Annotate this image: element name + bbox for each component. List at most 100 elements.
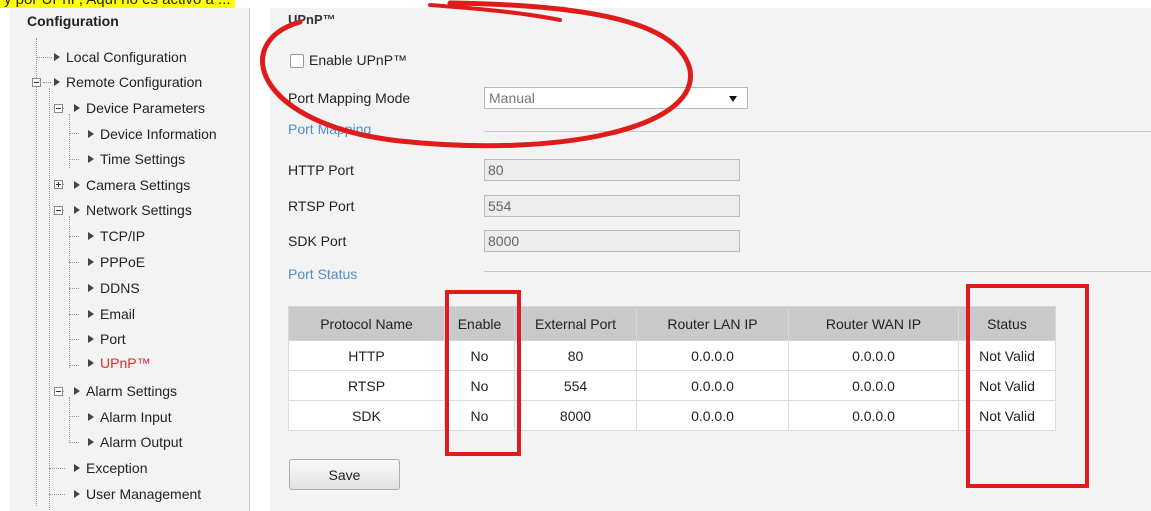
table-cell: 0.0.0.0 bbox=[636, 340, 789, 371]
tree-item-label: Time Settings bbox=[100, 151, 186, 167]
tree-item-local-configuration[interactable]: Local Configuration bbox=[54, 46, 187, 68]
port-mapping-section-title: Port Mapping bbox=[288, 121, 372, 137]
port-status-table: Protocol Name Enable External Port Route… bbox=[288, 306, 1056, 431]
arrow-right-icon bbox=[88, 310, 94, 318]
arrow-right-icon bbox=[88, 155, 94, 163]
expand-camera-settings-icon[interactable] bbox=[54, 180, 63, 189]
tree-item-label: Email bbox=[100, 306, 136, 322]
tree-item-label: Alarm Output bbox=[100, 434, 183, 450]
table-cell: 0.0.0.0 bbox=[636, 370, 789, 401]
annotation-status-column-box bbox=[966, 284, 1089, 488]
arrow-right-icon bbox=[74, 387, 80, 395]
tree-item-label: Alarm Input bbox=[100, 409, 172, 425]
table-cell: 0.0.0.0 bbox=[788, 370, 959, 401]
tree-item-user-management[interactable]: User Management bbox=[74, 483, 201, 505]
table-header-row: Protocol Name Enable External Port Route… bbox=[288, 306, 1056, 341]
tree-item-exception[interactable]: Exception bbox=[74, 457, 147, 479]
tree-item-tcpip[interactable]: TCP/IP bbox=[88, 225, 145, 247]
tree-item-upnp[interactable]: UPnP™ bbox=[88, 352, 151, 374]
save-button[interactable]: Save bbox=[289, 459, 400, 490]
tree-item-ddns[interactable]: DDNS bbox=[88, 277, 140, 299]
port-status-section-title: Port Status bbox=[288, 266, 358, 282]
sdk-port-field[interactable]: 8000 bbox=[484, 230, 740, 252]
tree-item-label: DDNS bbox=[100, 280, 140, 296]
arrow-right-icon bbox=[74, 206, 80, 214]
tree-item-network-settings[interactable]: Network Settings bbox=[74, 199, 192, 221]
table-cell: HTTP bbox=[288, 340, 445, 371]
tree-item-label: Device Information bbox=[100, 126, 217, 142]
tree-item-device-information[interactable]: Device Information bbox=[88, 123, 217, 145]
tree-item-email[interactable]: Email bbox=[88, 303, 135, 325]
collapse-remote-config-icon[interactable] bbox=[32, 78, 41, 87]
arrow-right-icon bbox=[54, 78, 60, 86]
arrow-right-icon bbox=[74, 104, 80, 112]
page-title: UPnP™ bbox=[288, 12, 336, 24]
collapse-device-params-icon[interactable] bbox=[54, 104, 63, 113]
port-mapping-mode-value: Manual bbox=[489, 90, 535, 106]
arrow-right-icon bbox=[88, 335, 94, 343]
table-cell: SDK bbox=[288, 400, 445, 431]
port-mapping-mode-label: Port Mapping Mode bbox=[288, 90, 411, 106]
tree-item-label: Alarm Settings bbox=[86, 383, 178, 399]
table-row: SDK No 8000 0.0.0.0 0.0.0.0 Not Valid bbox=[288, 400, 1056, 431]
tree-item-device-parameters[interactable]: Device Parameters bbox=[74, 97, 205, 119]
table-cell: 554 bbox=[514, 370, 637, 401]
chevron-down-icon bbox=[729, 96, 737, 102]
rtsp-port-label: RTSP Port bbox=[288, 198, 355, 214]
section-divider bbox=[484, 271, 1151, 272]
tree-item-label: User Management bbox=[86, 486, 202, 502]
arrow-right-icon bbox=[54, 53, 60, 61]
tree-item-label: Camera Settings bbox=[86, 177, 191, 193]
tree-item-port[interactable]: Port bbox=[88, 328, 126, 350]
tree-item-label: TCP/IP bbox=[100, 228, 146, 244]
tree-item-label: Exception bbox=[86, 460, 148, 476]
column-header: Router WAN IP bbox=[788, 306, 959, 341]
table-cell: 0.0.0.0 bbox=[788, 340, 959, 371]
arrow-right-icon bbox=[88, 413, 94, 421]
config-tree-panel: Configuration Local Configuration Remote… bbox=[10, 8, 250, 511]
tree-item-label: Local Configuration bbox=[66, 49, 187, 65]
arrow-right-icon bbox=[88, 258, 94, 266]
enable-upnp-checkbox[interactable] bbox=[290, 54, 304, 68]
arrow-right-icon bbox=[88, 130, 94, 138]
section-divider bbox=[484, 131, 1151, 132]
table-cell: 80 bbox=[514, 340, 637, 371]
column-header: External Port bbox=[514, 306, 637, 341]
table-cell: 0.0.0.0 bbox=[636, 400, 789, 431]
table-row: RTSP No 554 0.0.0.0 0.0.0.0 Not Valid bbox=[288, 370, 1056, 401]
tree-item-alarm-input[interactable]: Alarm Input bbox=[88, 406, 172, 428]
annotation-enable-column-box bbox=[445, 290, 521, 456]
arrow-right-icon bbox=[74, 181, 80, 189]
enable-upnp-label: Enable UPnP™ bbox=[309, 52, 408, 68]
tree-item-remote-configuration[interactable]: Remote Configuration bbox=[54, 71, 202, 93]
table-cell: 8000 bbox=[514, 400, 637, 431]
tree-item-alarm-output[interactable]: Alarm Output bbox=[88, 431, 182, 453]
arrow-right-icon bbox=[88, 284, 94, 292]
port-mapping-mode-select[interactable]: Manual bbox=[484, 87, 748, 109]
rtsp-port-field[interactable]: 554 bbox=[484, 195, 740, 217]
table-row: HTTP No 80 0.0.0.0 0.0.0.0 Not Valid bbox=[288, 340, 1056, 371]
arrow-right-icon bbox=[88, 359, 94, 367]
tree-item-label: UPnP™ bbox=[100, 355, 151, 371]
arrow-right-icon bbox=[74, 464, 80, 472]
column-header: Protocol Name bbox=[288, 306, 445, 341]
tree-item-pppoe[interactable]: PPPoE bbox=[88, 251, 145, 273]
http-port-label: HTTP Port bbox=[288, 162, 354, 178]
tree-item-label: Device Parameters bbox=[86, 100, 206, 116]
tree-item-alarm-settings[interactable]: Alarm Settings bbox=[74, 380, 177, 402]
tree-item-label: Remote Configuration bbox=[66, 74, 203, 90]
arrow-right-icon bbox=[88, 232, 94, 240]
caption-strip: y por UPnP, Aquí no es activo a ... bbox=[0, 0, 1151, 8]
collapse-network-settings-icon[interactable] bbox=[54, 206, 63, 215]
http-port-field[interactable]: 80 bbox=[484, 159, 740, 181]
table-cell: RTSP bbox=[288, 370, 445, 401]
column-header: Router LAN IP bbox=[636, 306, 789, 341]
arrow-right-icon bbox=[88, 438, 94, 446]
tree-item-label: Port bbox=[100, 331, 126, 347]
collapse-alarm-settings-icon[interactable] bbox=[54, 387, 63, 396]
tree-item-label: PPPoE bbox=[100, 254, 146, 270]
caption-text: y por UPnP, Aquí no es activo a ... bbox=[0, 0, 235, 8]
arrow-right-icon bbox=[74, 490, 80, 498]
tree-item-camera-settings[interactable]: Camera Settings bbox=[74, 174, 190, 196]
tree-item-time-settings[interactable]: Time Settings bbox=[88, 148, 185, 170]
